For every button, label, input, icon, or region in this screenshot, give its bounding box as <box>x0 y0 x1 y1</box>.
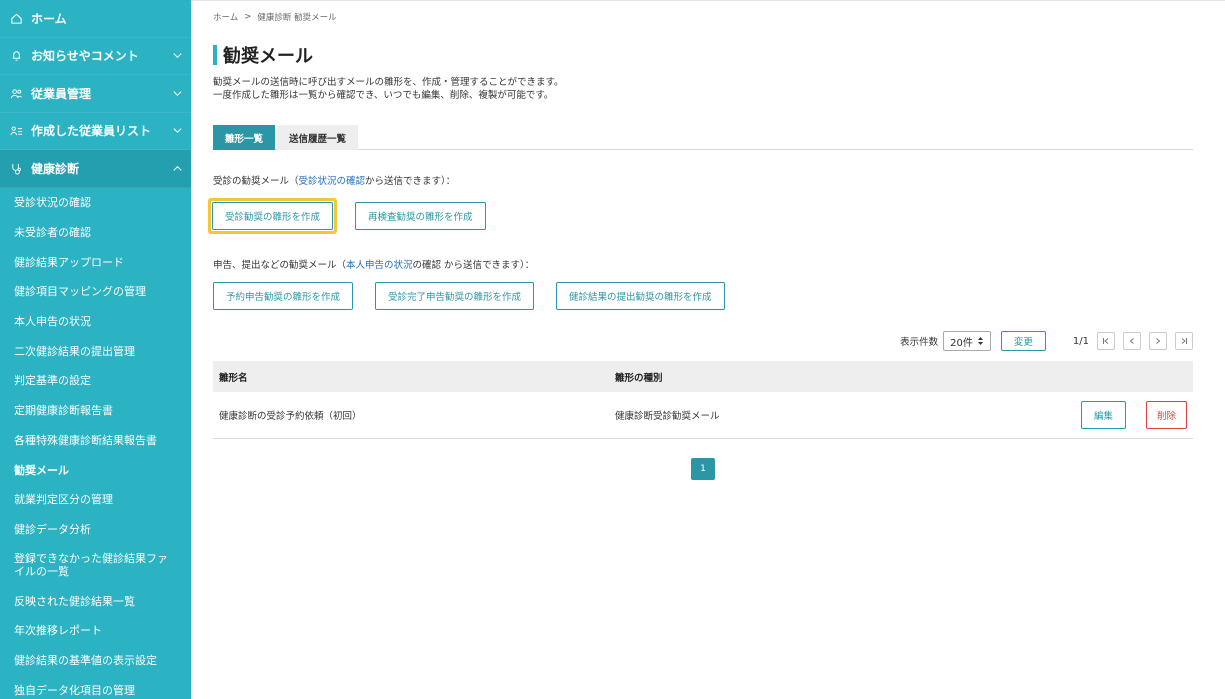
sidebar-item-item-mapping[interactable]: 健診項目マッピングの管理 <box>0 277 191 307</box>
section2-prefix: 申告、提出などの勧奨メール（ <box>213 260 347 271</box>
column-header-name: 雛形名 <box>219 372 248 384</box>
sidebar-item-self-report[interactable]: 本人申告の状況 <box>0 307 191 337</box>
template-name-cell: 健康診断の受診予約依頼（初回） <box>219 410 362 422</box>
page-size-value: 20件 <box>950 337 973 349</box>
health-checkup-submenu: 受診状況の確認 未受診者の確認 健診結果アップロード 健診項目マッピングの管理 … <box>0 188 191 699</box>
page-size-label: 表示件数 <box>900 337 939 348</box>
main-content: ホーム > 健康診断 勧奨メール 勧奨メール 勧奨メールの送信時に呼び出すメール… <box>191 0 1225 699</box>
create-completion-report-template-button[interactable]: 受診完了申告勧奨の雛形を作成 <box>375 282 535 310</box>
bell-icon <box>8 48 24 64</box>
column-header-type: 雛形の種別 <box>615 372 663 384</box>
nav-employees[interactable]: 従業員管理 <box>0 75 191 113</box>
sidebar-item-exam-status[interactable]: 受診状況の確認 <box>0 188 191 218</box>
sidebar-item-unexamined[interactable]: 未受診者の確認 <box>0 218 191 248</box>
table-row: 健康診断の受診予約依頼（初回） 健康診断受診勧奨メール 編集 削除 <box>213 392 1193 438</box>
person-list-icon <box>8 123 24 139</box>
nav-notices[interactable]: お知らせやコメント <box>0 38 191 75</box>
sidebar-item-upload-results[interactable]: 健診結果アップロード <box>0 247 191 277</box>
tab-history[interactable]: 送信履歴一覧 <box>277 125 359 150</box>
nav-home[interactable]: ホーム <box>0 0 191 38</box>
page-1-button[interactable]: 1 <box>691 457 715 480</box>
actions-cell: 編集 削除 <box>949 392 1193 438</box>
app-root: ホーム お知らせやコメント 従業員管理 作成した従業員リスト 健康診断 受診状況… <box>0 0 1225 699</box>
next-page-icon[interactable] <box>1149 332 1167 350</box>
chevron-up-icon <box>171 163 183 175</box>
page-title: 勧奨メール <box>223 46 313 67</box>
nav-health-checkup-label: 健康診断 <box>31 162 80 176</box>
report-reminder-buttons: 予約申告勧奨の雛形を作成 受診完了申告勧奨の雛形を作成 健診結果の提出勧奨の雛形… <box>213 282 1193 310</box>
description-line-2: 一度作成した雛形は一覧から確認でき、いつでも編集、削除、複製が可能です。 <box>213 90 554 101</box>
section1-suffix: から送信できます）： <box>365 176 456 187</box>
sidebar-item-custom-items[interactable]: 独自データ化項目の管理 <box>0 675 191 699</box>
create-exam-template-button[interactable]: 受診勧奨の雛形を作成 <box>212 202 334 230</box>
apply-page-size-button[interactable]: 変更 <box>1000 331 1046 351</box>
breadcrumb-current: 健康診断 勧奨メール <box>257 13 337 23</box>
breadcrumb: ホーム > 健康診断 勧奨メール <box>213 11 1193 23</box>
exam-reminder-section-label: 受診の勧奨メール（受診状況の確認から送信できます）： <box>213 173 1193 187</box>
column-header-actions <box>949 361 1193 392</box>
section1-prefix: 受診の勧奨メール（ <box>213 176 299 187</box>
first-page-icon[interactable] <box>1097 332 1115 350</box>
tab-bar: 雛形一覧 送信履歴一覧 <box>213 125 1193 150</box>
title-accent-bar <box>213 45 217 65</box>
sidebar-item-reflected-results[interactable]: 反映された健診結果一覧 <box>0 586 191 616</box>
sidebar-item-reminder-mail[interactable]: 勧奨メール <box>0 455 191 485</box>
users-icon <box>8 85 24 101</box>
report-reminder-section-label: 申告、提出などの勧奨メール（本人申告の状況の確認 から送信できます）： <box>213 257 1193 271</box>
chevron-down-icon <box>171 125 183 137</box>
edit-button[interactable]: 編集 <box>1080 400 1126 429</box>
section2-suffix: の確認 から送信できます）： <box>412 260 535 271</box>
chevron-down-icon <box>171 50 183 62</box>
exam-status-link[interactable]: 受診状況の確認 <box>299 176 366 187</box>
template-type-cell: 健康診断受診勧奨メール <box>615 410 720 422</box>
sidebar-item-data-analysis[interactable]: 健診データ分析 <box>0 515 191 545</box>
sidebar-item-reference-values[interactable]: 健診結果の基準値の表示設定 <box>0 646 191 676</box>
sidebar-item-work-category[interactable]: 就業判定区分の管理 <box>0 485 191 515</box>
sidebar-item-periodic-report[interactable]: 定期健康診断報告書 <box>0 396 191 426</box>
home-icon <box>8 10 24 26</box>
nav-health-checkup[interactable]: 健康診断 <box>0 150 191 188</box>
page-size-select[interactable]: 20件 <box>943 331 991 351</box>
nav-home-label: ホーム <box>31 11 67 26</box>
page-count: 1/1 <box>1072 335 1089 347</box>
pager-row: 表示件数 20件 変更 1/1 <box>213 331 1193 351</box>
nav-notices-label: お知らせやコメント <box>31 49 139 64</box>
table-header-row: 雛形名 雛形の種別 <box>213 361 1193 392</box>
chevron-down-icon <box>171 87 183 99</box>
breadcrumb-home[interactable]: ホーム <box>213 11 238 23</box>
create-booking-report-template-button[interactable]: 予約申告勧奨の雛形を作成 <box>213 282 354 310</box>
bottom-pager: 1 <box>213 457 1193 480</box>
sidebar-item-failed-files[interactable]: 登録できなかった健診結果ファイルの一覧 <box>0 544 191 586</box>
template-table: 雛形名 雛形の種別 健康診断の受診予約依頼（初回） 健康診断受診勧奨メール 編集… <box>213 361 1193 439</box>
self-report-link[interactable]: 本人申告の状況 <box>346 260 413 271</box>
delete-button[interactable]: 削除 <box>1145 400 1187 429</box>
last-page-icon[interactable] <box>1175 332 1193 350</box>
sidebar-item-annual-report[interactable]: 年次推移レポート <box>0 616 191 646</box>
title-row: 勧奨メール <box>213 42 1193 68</box>
prev-page-icon[interactable] <box>1123 332 1141 350</box>
nav-employee-lists[interactable]: 作成した従業員リスト <box>0 113 191 150</box>
sidebar-item-criteria[interactable]: 判定基準の設定 <box>0 366 191 396</box>
nav-employees-label: 従業員管理 <box>31 86 92 101</box>
description-line-1: 勧奨メールの送信時に呼び出すメールの雛形を、作成・管理することができます。 <box>213 77 564 88</box>
sidebar-item-secondary-results[interactable]: 二次健診結果の提出管理 <box>0 336 191 366</box>
exam-reminder-buttons: 受診勧奨の雛形を作成 再検査勧奨の雛形を作成 <box>208 198 1193 234</box>
nav-employee-lists-label: 作成した従業員リスト <box>31 124 152 139</box>
tab-templates[interactable]: 雛形一覧 <box>213 125 276 150</box>
page-description: 勧奨メールの送信時に呼び出すメールの雛形を、作成・管理することができます。 一度… <box>213 76 1193 102</box>
breadcrumb-separator: > <box>244 12 252 22</box>
sidebar: ホーム お知らせやコメント 従業員管理 作成した従業員リスト 健康診断 受診状況… <box>0 0 191 699</box>
create-recheck-template-button[interactable]: 再検査勧奨の雛形を作成 <box>355 202 486 230</box>
stethoscope-icon <box>8 161 24 177</box>
sidebar-item-special-report[interactable]: 各種特殊健康診断結果報告書 <box>0 426 191 456</box>
create-result-submit-template-button[interactable]: 健診結果の提出勧奨の雛形を作成 <box>556 282 725 310</box>
highlight-frame: 受診勧奨の雛形を作成 <box>208 198 338 234</box>
select-arrows-icon <box>977 337 983 345</box>
